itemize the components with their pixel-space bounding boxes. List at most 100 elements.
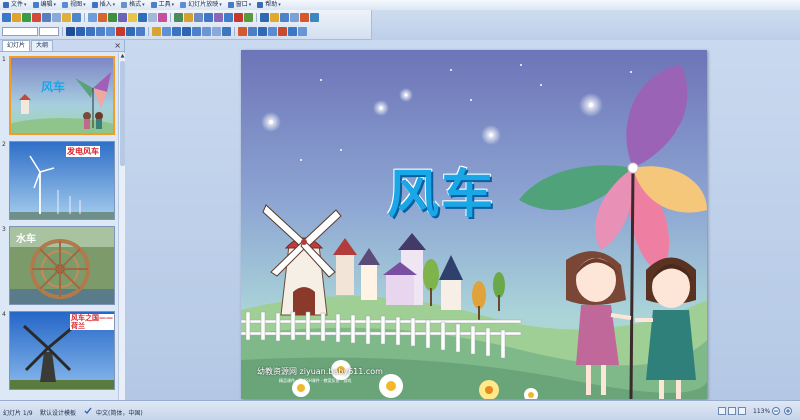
menu-item-6[interactable]: 工具 ▾ [150, 0, 180, 10]
menu-item-1[interactable]: 文件 ▾ [2, 0, 32, 10]
slide-sorter-view-button[interactable] [728, 407, 736, 415]
format-tool-icon-16[interactable] [222, 27, 231, 36]
standard-tool-icon-16[interactable] [158, 13, 167, 22]
standard-tool-icon-2[interactable] [12, 13, 21, 22]
chevron-down-icon: ▾ [219, 2, 222, 8]
formatting-toolbar [2, 25, 307, 38]
standard-tool-icon-18[interactable] [184, 13, 193, 22]
close-icon[interactable]: × [114, 41, 121, 50]
standard-tool-icon-13[interactable] [128, 13, 137, 22]
standard-tool-icon-1[interactable] [2, 13, 11, 22]
standard-tool-icon-10[interactable] [98, 13, 107, 22]
standard-tool-icon-9[interactable] [88, 13, 97, 22]
format-tool-icon-9[interactable] [152, 27, 161, 36]
slide-thumbnail-image: 风车 [9, 56, 115, 135]
format-tool-icon-5[interactable] [106, 27, 115, 36]
standard-tool-icon-6[interactable] [52, 13, 61, 22]
slide-thumbnail-1[interactable]: 1 风车 [0, 54, 118, 136]
format-tool-icon-7[interactable] [126, 27, 135, 36]
format-tool-icon-21[interactable] [278, 27, 287, 36]
standard-tool-icon-5[interactable] [42, 13, 51, 22]
standard-tool-icon-11[interactable] [108, 13, 117, 22]
format-tool-icon-18[interactable] [248, 27, 257, 36]
format-tool-icon-4[interactable] [96, 27, 105, 36]
standard-tool-icon-27[interactable] [280, 13, 289, 22]
format-tool-icon-23[interactable] [298, 27, 307, 36]
format-tool-icon-10[interactable] [162, 27, 171, 36]
tab-slides[interactable]: 幻灯片 [2, 40, 31, 51]
menu-item-3[interactable]: 视图 ▾ [61, 0, 91, 10]
format-tool-icon-12[interactable] [182, 27, 191, 36]
slide-title[interactable]: 风车 [376, 152, 506, 227]
menu-item-2[interactable]: 编辑 ▾ [32, 0, 62, 10]
menu-item-label: 窗口 [235, 1, 248, 8]
format-tool-icon-19[interactable] [258, 27, 267, 36]
standard-tool-icon-8[interactable] [72, 13, 81, 22]
font-size-field[interactable] [39, 27, 59, 36]
slide-thumbnail-title: 风车之国——荷兰 [70, 314, 114, 330]
standard-tool-icon-30[interactable] [310, 13, 319, 22]
format-tool-icon-13[interactable] [192, 27, 201, 36]
format-tool-icon-2[interactable] [76, 27, 85, 36]
chevron-down-icon: ▾ [248, 2, 252, 8]
menu-item-5[interactable]: 格式 ▾ [120, 0, 150, 10]
format-tool-icon-6[interactable] [116, 27, 125, 36]
tab-outline[interactable]: 大纲 [31, 40, 54, 51]
menu-item-9[interactable]: 帮助 ▾ [256, 0, 286, 10]
current-slide[interactable]: 风车 幼教资源网 ziyuan.baby611.com 精品课件 · FLASH… [241, 50, 707, 399]
menu-item-label: 幻灯片放映 [188, 1, 219, 8]
standard-tool-icon-22[interactable] [224, 13, 233, 22]
standard-tool-icon-19[interactable] [194, 13, 203, 22]
standard-tool-icon-17[interactable] [174, 13, 183, 22]
zoom-out-icon[interactable] [772, 407, 780, 415]
standard-tool-icon-26[interactable] [270, 13, 279, 22]
format-tool-icon-20[interactable] [268, 27, 277, 36]
spellcheck-icon[interactable] [84, 407, 92, 415]
format-tool-icon-3[interactable] [86, 27, 95, 36]
slide-thumbnail-3[interactable]: 3 水车 [0, 224, 118, 306]
slide-thumbnail-image: 发电风车 [9, 141, 115, 220]
standard-tool-icon-21[interactable] [214, 13, 223, 22]
format-tool-icon-11[interactable] [172, 27, 181, 36]
thumbnail-scrollbar[interactable]: ▲ [118, 53, 125, 400]
slide-thumbnail-4[interactable]: 4 风车之国——荷兰 [0, 309, 118, 391]
format-tool-icon-1[interactable] [66, 27, 75, 36]
slide-thumbnail-image: 风车之国——荷兰 [9, 311, 115, 390]
standard-tool-icon-24[interactable] [244, 13, 253, 22]
menu-item-label: 编辑 [40, 1, 53, 8]
menu-item-7[interactable]: 幻灯片放映 ▾ [179, 0, 227, 10]
font-name-field[interactable] [2, 27, 38, 36]
standard-tool-icon-3[interactable] [22, 13, 31, 22]
standard-tool-icon-15[interactable] [148, 13, 157, 22]
menu-item-icon [180, 2, 187, 8]
zoom-in-icon[interactable] [784, 407, 792, 415]
standard-tool-icon-7[interactable] [62, 13, 71, 22]
standard-tool-icon-29[interactable] [300, 13, 309, 22]
slide-thumbnail-2[interactable]: 2 发电风车 [0, 139, 118, 221]
menu-item-8[interactable]: 窗口 ▾ [227, 0, 257, 10]
standard-tool-icon-28[interactable] [290, 13, 299, 22]
standard-tool-icon-14[interactable] [138, 13, 147, 22]
format-tool-icon-22[interactable] [288, 27, 297, 36]
standard-tool-icon-23[interactable] [234, 13, 243, 22]
zoom-level[interactable]: 113% [753, 408, 770, 415]
standard-tool-icon-4[interactable] [32, 13, 41, 22]
menu-item-4[interactable]: 插入 ▾ [91, 0, 121, 10]
menu-item-icon [62, 2, 69, 8]
format-tool-icon-17[interactable] [238, 27, 247, 36]
toolbar-area [0, 10, 372, 40]
standard-tool-icon-25[interactable] [260, 13, 269, 22]
standard-tool-icon-20[interactable] [204, 13, 213, 22]
menu-item-icon [257, 2, 264, 8]
slideshow-view-button[interactable] [738, 407, 746, 415]
normal-view-button[interactable] [718, 407, 726, 415]
menu-item-label: 工具 [158, 1, 171, 8]
slide-thumbnail-title: 水车 [16, 234, 36, 245]
format-tool-icon-15[interactable] [212, 27, 221, 36]
menu-item-icon [150, 2, 157, 8]
chevron-down-icon: ▾ [53, 2, 57, 8]
standard-tool-icon-12[interactable] [118, 13, 127, 22]
toolbar-separator [84, 13, 85, 22]
format-tool-icon-14[interactable] [202, 27, 211, 36]
format-tool-icon-8[interactable] [136, 27, 145, 36]
